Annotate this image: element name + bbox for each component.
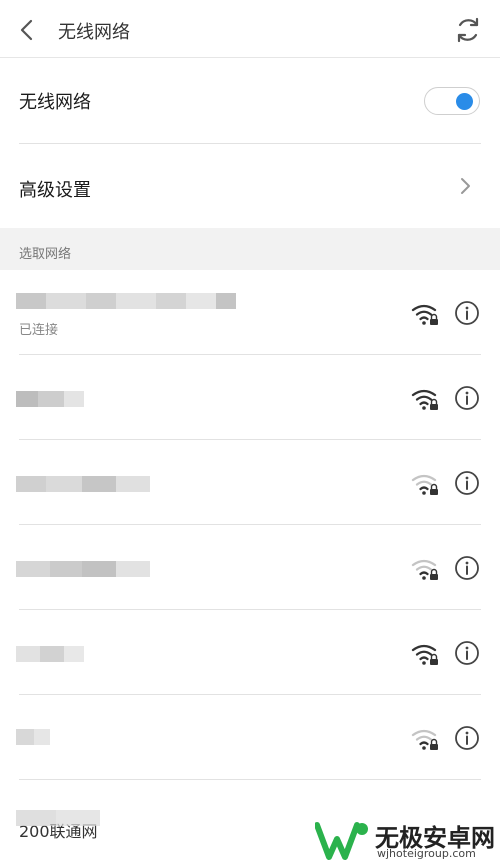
network-item[interactable] <box>0 695 500 780</box>
wifi-locked-icon <box>411 304 438 325</box>
info-icon[interactable] <box>454 555 480 581</box>
wifi-locked-icon <box>411 644 438 665</box>
wifi-locked-icon <box>411 474 438 495</box>
network-status: 已连接 <box>19 323 59 338</box>
section-header: 选取网络 <box>0 228 500 270</box>
advanced-settings-row[interactable]: 高级设置 <box>0 144 500 228</box>
info-icon[interactable] <box>454 640 480 666</box>
wifi-label: 无线网络 <box>19 92 91 113</box>
info-icon[interactable] <box>454 385 480 411</box>
wifi-locked-icon <box>411 729 438 750</box>
watermark-url: wjhoteigroup.com <box>377 847 476 860</box>
refresh-icon[interactable] <box>452 14 484 46</box>
wifi-locked-icon <box>411 559 438 580</box>
network-name-redacted <box>16 293 236 309</box>
section-caption: 选取网络 <box>19 247 72 262</box>
network-name-redacted <box>16 391 84 407</box>
network-item[interactable] <box>0 355 500 440</box>
page-title: 无线网络 <box>58 22 130 43</box>
advanced-settings-label: 高级设置 <box>19 180 91 201</box>
info-icon[interactable] <box>454 470 480 496</box>
network-name-redacted <box>16 646 84 662</box>
wifi-locked-icon <box>411 389 438 410</box>
network-name-redacted <box>16 810 100 826</box>
watermark-logo-icon <box>315 822 368 860</box>
network-item[interactable] <box>0 440 500 525</box>
watermark: 无极安卓网 wjhoteigroup.com <box>315 815 500 865</box>
network-item[interactable] <box>0 525 500 610</box>
chevron-right-icon <box>461 178 470 194</box>
chevron-left-icon[interactable] <box>14 16 40 44</box>
info-icon[interactable] <box>454 725 480 751</box>
wifi-switch-knob <box>456 93 473 110</box>
info-icon[interactable] <box>454 300 480 326</box>
wifi-toggle-row[interactable]: 无线网络 <box>0 58 500 144</box>
network-name-redacted <box>16 729 50 745</box>
app-header: 无线网络 <box>0 0 500 58</box>
network-item[interactable]: 已连接 <box>0 270 500 355</box>
network-name-redacted <box>16 561 150 577</box>
network-item[interactable] <box>0 610 500 695</box>
wifi-switch[interactable] <box>424 87 480 115</box>
network-name-redacted <box>16 476 150 492</box>
